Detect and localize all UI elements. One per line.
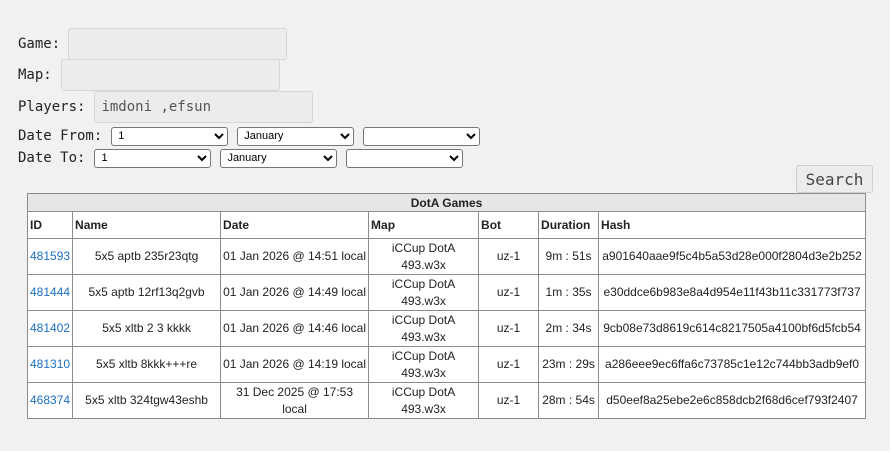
date-to-label: Date To: — [18, 150, 86, 166]
game-name-cell: 5x5 aptb 235r23qtg — [72, 238, 222, 275]
game-bot-cell: uz-1 — [478, 310, 540, 347]
game-name-cell: 5x5 xltb 2 3 kkkk — [72, 310, 222, 347]
date-from-year-select[interactable] — [363, 126, 481, 146]
date-from-month-select[interactable]: January — [237, 126, 355, 146]
date-from-label: Date From: — [18, 128, 103, 144]
game-hash-cell: e30ddce6b983e8a4d954e11f43b11c331773f737 — [598, 274, 867, 311]
game-duration-cell: 2m : 34s — [538, 310, 600, 347]
table-header-row: ID Name Date Map Bot Duration Hash — [26, 211, 867, 239]
game-date-cell: 31 Dec 2025 @ 17:53 local — [220, 382, 370, 419]
game-id-cell: 481593 — [26, 238, 74, 275]
game-id-cell: 481402 — [26, 310, 74, 347]
game-duration-cell: 1m : 35s — [538, 274, 600, 311]
game-bot-cell: uz-1 — [478, 382, 540, 419]
game-hash-cell: 9cb08e73d8619c614c8217505a4100bf6d5fcb54 — [598, 310, 867, 347]
game-name-cell: 5x5 xltb 324tgw43eshb — [72, 382, 222, 419]
game-duration-cell: 9m : 51s — [538, 238, 600, 275]
search-button[interactable]: Search — [796, 165, 873, 193]
game-date-cell: 01 Jan 2026 @ 14:49 local — [220, 274, 370, 311]
game-bot-cell: uz-1 — [478, 238, 540, 275]
map-input[interactable] — [60, 58, 280, 91]
table-row: 481593 5x5 aptb 235r23qtg 01 Jan 2026 @ … — [26, 238, 867, 275]
game-date-cell: 01 Jan 2026 @ 14:46 local — [220, 310, 370, 347]
column-header-name: Name — [72, 211, 222, 239]
column-header-map: Map — [368, 211, 480, 239]
table-row: 481402 5x5 xltb 2 3 kkkk 01 Jan 2026 @ 1… — [26, 310, 867, 347]
game-id-link[interactable]: 481444 — [30, 285, 70, 299]
game-hash-cell: a901640aae9f5c4b5a53d28e000f2804d3e2b252 — [598, 238, 867, 275]
map-label: Map: — [18, 66, 52, 83]
game-name-cell: 5x5 aptb 12rf13q2gvb — [72, 274, 222, 311]
date-to-row: Date To: 1 January — [18, 147, 480, 169]
game-duration-cell: 23m : 29s — [538, 346, 600, 383]
games-table: DotA Games ID Name Date Map Bot Duration… — [26, 193, 867, 419]
game-name-cell: 5x5 xltb 8kkk+++re — [72, 346, 222, 383]
table-row: 481310 5x5 xltb 8kkk+++re 01 Jan 2026 @ … — [26, 346, 867, 383]
game-id-cell: 481310 — [26, 346, 74, 383]
game-hash-cell: a286eee9ec6ffa6c73785c1e12c744bb3adb9ef0 — [598, 346, 867, 383]
game-label: Game: — [18, 35, 61, 52]
game-id-cell: 468374 — [26, 382, 74, 419]
players-input[interactable] — [94, 90, 314, 123]
game-id-link[interactable]: 468374 — [30, 393, 70, 407]
map-row: Map: — [18, 58, 480, 91]
date-from-day-select[interactable]: 1 — [111, 126, 229, 146]
game-duration-cell: 28m : 54s — [538, 382, 600, 419]
players-label: Players: — [18, 98, 86, 115]
game-id-link[interactable]: 481593 — [30, 249, 70, 263]
table-caption: DotA Games — [26, 193, 867, 212]
game-id-link[interactable]: 481310 — [30, 357, 70, 371]
game-input[interactable] — [68, 27, 288, 60]
game-map-cell: iCCup DotA 493.w3x — [368, 274, 480, 311]
column-header-duration: Duration — [538, 211, 600, 239]
column-header-date: Date — [220, 211, 370, 239]
game-id-link[interactable]: 481402 — [30, 321, 70, 335]
game-date-cell: 01 Jan 2026 @ 14:19 local — [220, 346, 370, 383]
game-date-cell: 01 Jan 2026 @ 14:51 local — [220, 238, 370, 275]
game-bot-cell: uz-1 — [478, 274, 540, 311]
game-hash-cell: d50eef8a25ebe2e6c858dcb2f68d6cef793f2407 — [598, 382, 867, 419]
game-map-cell: iCCup DotA 493.w3x — [368, 382, 480, 419]
table-row: 481444 5x5 aptb 12rf13q2gvb 01 Jan 2026 … — [26, 274, 867, 311]
players-row: Players: — [18, 90, 480, 123]
date-to-month-select[interactable]: January — [220, 148, 338, 168]
table-row: 468374 5x5 xltb 324tgw43eshb 31 Dec 2025… — [26, 382, 867, 419]
game-map-cell: iCCup DotA 493.w3x — [368, 310, 480, 347]
column-header-id: ID — [26, 211, 74, 239]
game-id-cell: 481444 — [26, 274, 74, 311]
game-bot-cell: uz-1 — [478, 346, 540, 383]
date-to-year-select[interactable] — [346, 148, 464, 168]
search-form: Game: Map: Players: Date From: 1 January… — [18, 27, 481, 169]
game-map-cell: iCCup DotA 493.w3x — [368, 238, 480, 275]
game-row: Game: — [18, 27, 480, 60]
game-map-cell: iCCup DotA 493.w3x — [368, 346, 480, 383]
date-to-day-select[interactable]: 1 — [94, 148, 212, 168]
page: Game: Map: Players: Date From: 1 January… — [0, 0, 892, 453]
column-header-bot: Bot — [478, 211, 540, 239]
column-header-hash: Hash — [598, 211, 867, 239]
table-caption-row: DotA Games — [26, 193, 867, 212]
date-from-row: Date From: 1 January — [18, 125, 481, 147]
